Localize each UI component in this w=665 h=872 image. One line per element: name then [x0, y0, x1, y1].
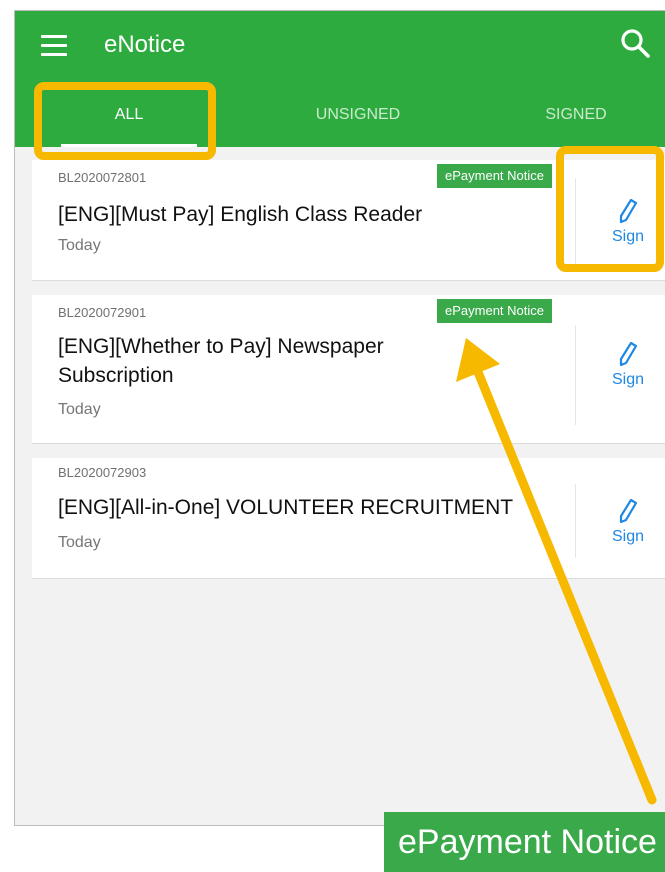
notice-card[interactable]: BL2020072903 [ENG][All-in-One] VOLUNTEER…: [32, 458, 665, 579]
notice-title: [ENG][Whether to Pay] Newspaper Subscrip…: [58, 335, 384, 387]
tab-signed[interactable]: SIGNED: [491, 99, 661, 147]
highlight-sign-button: [556, 146, 664, 272]
notice-title: [ENG][All-in-One] VOLUNTEER RECRUITMENT: [58, 496, 514, 519]
notice-id: BL2020072901: [58, 305, 147, 320]
divider: [575, 484, 576, 558]
epayment-badge: ePayment Notice: [437, 299, 552, 323]
notice-date: Today: [58, 534, 101, 551]
sign-button[interactable]: Sign: [592, 498, 664, 546]
pencil-icon: [619, 498, 638, 524]
notice-card[interactable]: BL2020072901 ePayment Notice [ENG][Wheth…: [32, 295, 665, 444]
pencil-icon: [619, 341, 638, 367]
notice-date: Today: [58, 401, 101, 418]
notice-date: Today: [58, 237, 101, 254]
sign-label: Sign: [611, 528, 645, 545]
tab-unsigned[interactable]: UNSIGNED: [273, 99, 443, 147]
divider: [575, 325, 576, 425]
hamburger-icon[interactable]: [41, 35, 67, 57]
epayment-badge-zoom: ePayment Notice: [384, 812, 665, 872]
notice-id: BL2020072801: [58, 170, 147, 185]
app-title: eNotice: [104, 31, 186, 58]
epayment-badge: ePayment Notice: [437, 164, 552, 188]
sign-button[interactable]: Sign: [592, 341, 664, 389]
notice-title: [ENG][Must Pay] English Class Reader: [58, 203, 423, 226]
notice-id: BL2020072903: [58, 465, 147, 480]
search-icon[interactable]: [619, 27, 651, 59]
sign-label: Sign: [611, 371, 645, 388]
highlight-all-tab: [34, 82, 216, 160]
